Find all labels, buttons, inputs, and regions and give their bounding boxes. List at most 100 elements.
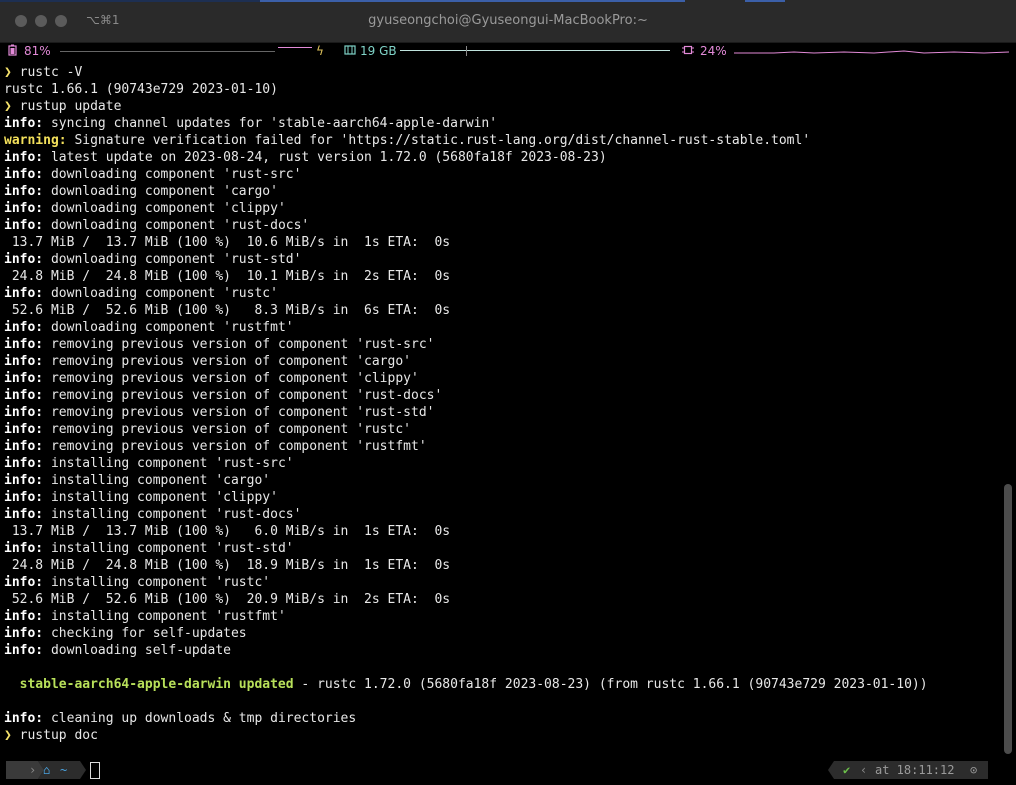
line-text: downloading component 'rustfmt' [43, 320, 294, 335]
terminal-line: stable-aarch64-apple-darwin updated - ru… [4, 676, 1000, 693]
terminal-line: 24.8 MiB / 24.8 MiB (100 %) 10.1 MiB/s i… [4, 268, 1000, 285]
line-tag: info: [4, 439, 44, 454]
terminal-line: info: installing component 'rustfmt' [4, 608, 1000, 625]
terminal-line: info: removing previous version of compo… [4, 387, 1000, 404]
terminal-line: info: removing previous version of compo… [4, 370, 1000, 387]
terminal-line: info: downloading component 'clippy' [4, 200, 1000, 217]
titlebar-accent [260, 0, 685, 2]
line-text: installing component 'rust-src' [43, 456, 294, 471]
line-text: 24.8 MiB / 24.8 MiB (100 %) 18.9 MiB/s i… [4, 558, 451, 573]
line-tag: info: [4, 626, 44, 641]
line-tag: info: [4, 422, 44, 437]
terminal-line: info: installing component 'clippy' [4, 489, 1000, 506]
text-cursor [90, 762, 100, 779]
line-tag: info: [4, 201, 44, 216]
line-tag: info: [4, 711, 44, 726]
line-text: installing component 'rust-std' [43, 541, 294, 556]
line-text: removing previous version of component '… [43, 405, 435, 420]
prompt-symbol: ❯ [4, 99, 20, 114]
bolt-icon: ϟ [316, 44, 324, 58]
line-text [4, 677, 20, 692]
line-text: removing previous version of component '… [43, 354, 411, 369]
line-tag: info: [4, 609, 44, 624]
terminal-line: info: downloading component 'rust-src' [4, 166, 1000, 183]
terminal-output[interactable]: ❯ rustc -V rustc 1.66.1 (90743e729 2023-0… [4, 64, 1000, 754]
cpu-usage: 24% [700, 44, 727, 58]
window-title: gyuseongchoi@Gyuseongui-MacBookPro:~ [368, 13, 648, 28]
line-tag: info: [4, 337, 44, 352]
battery-icon [8, 44, 17, 59]
line-text: syncing channel updates for 'stable-aarc… [43, 116, 498, 131]
battery-level: 81% [24, 44, 51, 58]
scrollbar-thumb[interactable] [1004, 484, 1012, 754]
memory-icon [344, 44, 356, 59]
terminal-line: info: downloading component 'rustfmt' [4, 319, 1000, 336]
titlebar-accent [0, 0, 260, 2]
line-tag: stable-aarch64-apple-darwin updated [19, 677, 294, 692]
terminal-line: info: downloading component 'rust-docs' [4, 217, 1000, 234]
line-text: 52.6 MiB / 52.6 MiB (100 %) 20.9 MiB/s i… [4, 592, 451, 607]
terminal-line: info: removing previous version of compo… [4, 438, 1000, 455]
clock-icon: ⊙ [970, 763, 978, 777]
line-text: rustc -V [19, 65, 83, 80]
prompt-symbol: ❯ [4, 65, 20, 80]
exit-status-check: ✔ [843, 763, 851, 777]
line-text: 13.7 MiB / 13.7 MiB (100 %) 10.6 MiB/s i… [4, 235, 451, 250]
line-tag: info: [4, 456, 44, 471]
terminal-line: info: removing previous version of compo… [4, 353, 1000, 370]
terminal-line: 13.7 MiB / 13.7 MiB (100 %) 10.6 MiB/s i… [4, 234, 1000, 251]
terminal-line: 24.8 MiB / 24.8 MiB (100 %) 18.9 MiB/s i… [4, 557, 1000, 574]
memory-usage: 19 GB [360, 44, 397, 58]
line-tag: info: [4, 371, 44, 386]
terminal-line: 13.7 MiB / 13.7 MiB (100 %) 6.0 MiB/s in… [4, 523, 1000, 540]
line-text: downloading component 'rust-docs' [43, 218, 310, 233]
terminal-line: info: removing previous version of compo… [4, 421, 1000, 438]
line-text: installing component 'rustc' [43, 575, 271, 590]
cwd-path: ~ [60, 763, 68, 777]
terminal-line: info: latest update on 2023-08-24, rust … [4, 149, 1000, 166]
line-text: removing previous version of component '… [43, 388, 443, 403]
terminal-line: info: removing previous version of compo… [4, 404, 1000, 421]
line-tag: info: [4, 167, 44, 182]
terminal-line: ❯ rustup doc [4, 727, 1000, 744]
line-tag: warning: [4, 133, 67, 148]
line-tag: info: [4, 354, 44, 369]
line-tag: info: [4, 388, 44, 403]
terminal-line: info: downloading component 'rust-std' [4, 251, 1000, 268]
terminal-line: info: installing component 'rustc' [4, 574, 1000, 591]
line-text: checking for self-updates [43, 626, 247, 641]
line-tag: info: [4, 507, 44, 522]
line-tag: info: [4, 252, 44, 267]
home-icon: ⌂ [43, 763, 51, 777]
window-titlebar: ⌥⌘1 gyuseongchoi@Gyuseongui-MacBookPro:~ [0, 0, 1016, 43]
prompt-symbol: ❯ [4, 728, 20, 743]
battery-graph [60, 51, 275, 52]
line-tag: info: [4, 541, 44, 556]
line-text: removing previous version of component '… [43, 371, 419, 386]
prompt-time: at 18:11:12 [875, 763, 955, 777]
terminal-line: info: installing component 'rust-std' [4, 540, 1000, 557]
terminal-line: info: downloading component 'rustc' [4, 285, 1000, 302]
line-tag: info: [4, 116, 44, 131]
memory-graph [400, 50, 670, 51]
terminal-line: info: installing component 'rust-docs' [4, 506, 1000, 523]
cpu-graph [734, 50, 1009, 54]
segment-separator: › [29, 763, 37, 777]
segment-separator: ‹ [860, 763, 868, 777]
line-text: latest update on 2023-08-24, rust versio… [43, 150, 607, 165]
line-text: downloading component 'rust-src' [43, 167, 302, 182]
line-text: rustc 1.66.1 (90743e729 2023-01-10) [4, 82, 278, 97]
prompt-bar: › ⌂ ~ ✔ ‹ at 18:11:12 ⊙ [0, 760, 1016, 780]
line-tag: info: [4, 218, 44, 233]
battery-graph-trace [278, 47, 312, 48]
line-text: cleaning up downloads & tmp directories [43, 711, 357, 726]
line-tag: info: [4, 184, 44, 199]
terminal-line: info: downloading component 'cargo' [4, 183, 1000, 200]
line-text: downloading component 'cargo' [43, 184, 278, 199]
line-text: removing previous version of component '… [43, 439, 427, 454]
prompt-segments [6, 761, 86, 779]
line-text: removing previous version of component '… [43, 337, 435, 352]
terminal-line: rustc 1.66.1 (90743e729 2023-01-10) [4, 81, 1000, 98]
line-text: 13.7 MiB / 13.7 MiB (100 %) 6.0 MiB/s in… [4, 524, 451, 539]
